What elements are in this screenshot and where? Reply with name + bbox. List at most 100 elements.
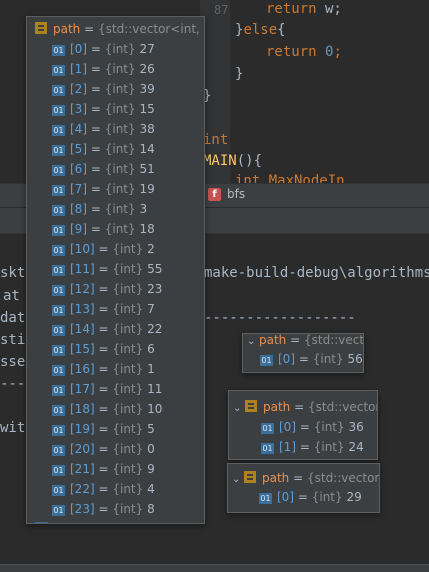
list-item[interactable]: 01 [16] = {int} 1	[52, 359, 155, 379]
equals-sign: =	[98, 482, 109, 496]
equals-sign: =	[98, 322, 109, 336]
expand-chevron-icon[interactable]: ⌄	[247, 334, 259, 352]
list-item[interactable]: 01 [3] = {int} 15	[52, 99, 155, 119]
element-index: [22]	[70, 482, 95, 496]
equals-sign: =	[90, 62, 101, 76]
element-index: [17]	[70, 382, 95, 396]
expand-chevron-icon[interactable]: ⌄	[233, 399, 245, 419]
element-type: {int}	[104, 182, 136, 196]
element-type: {int}	[112, 502, 144, 516]
element-value: 24	[348, 440, 364, 454]
list-item[interactable]: 01 [1] = {int} 26	[52, 59, 155, 79]
int-value-icon: 01	[52, 165, 65, 176]
list-item[interactable]: 01 [22] = {int} 4	[52, 479, 155, 499]
list-item[interactable]: 01 [7] = {int} 19	[52, 179, 155, 199]
element-value: 4	[147, 482, 155, 496]
variable-header[interactable]: path = {std::vector<int, std	[35, 19, 204, 39]
int-value-icon: 01	[52, 45, 65, 56]
equals-sign: =	[290, 333, 301, 347]
element-type: {int}	[112, 462, 144, 476]
variable-type: {std::vector<i	[307, 471, 380, 485]
list-item[interactable]: 01 [1] = {int} 24	[261, 437, 364, 457]
element-value: 0	[147, 442, 155, 456]
list-item[interactable]: 01 [23] = {int} 8	[52, 499, 155, 519]
element-type: {int}	[104, 122, 136, 136]
element-index: [1]	[279, 440, 296, 454]
frame-function-name[interactable]: bfs	[227, 187, 245, 201]
list-item[interactable]: 01 [4] = {int} 38	[52, 119, 155, 139]
int-value-icon: 01	[261, 443, 274, 454]
list-item[interactable]: 01 [12] = {int} 23	[52, 279, 162, 299]
list-item[interactable]: 01 [0] = {int} 29	[259, 487, 362, 507]
element-type: {int}	[104, 82, 136, 96]
variable-name: path	[259, 333, 287, 347]
element-value: 19	[139, 182, 155, 196]
int-value-icon: 01	[52, 365, 65, 376]
element-value: 6	[147, 342, 155, 356]
element-value: 18	[139, 222, 155, 236]
function-icon: f	[208, 188, 221, 201]
list-item[interactable]: 01 [15] = {int} 6	[52, 339, 155, 359]
element-type: {int}	[112, 262, 144, 276]
element-index: [4]	[70, 122, 87, 136]
code-line: }	[235, 66, 244, 82]
element-value: 23	[147, 282, 163, 296]
code-keyword: return	[266, 44, 317, 60]
variable-name: path	[53, 22, 81, 36]
variable-header[interactable]: ⌄ path = {std::vector<	[233, 397, 377, 419]
code-text: w;	[316, 1, 342, 17]
equals-sign: =	[299, 440, 310, 454]
list-item[interactable]: 01 [13] = {int} 7	[52, 299, 155, 319]
more-row-hint	[35, 519, 53, 523]
code-line: return w;	[266, 1, 342, 17]
int-value-icon: 01	[52, 85, 65, 96]
list-item[interactable]: 01 [5] = {int} 14	[52, 139, 155, 159]
list-item[interactable]: 01 [6] = {int} 51	[52, 159, 155, 179]
variable-type: {std::vector	[304, 333, 364, 347]
variable-popup-a[interactable]: ⌄path = {std::vector 01 [0] = {int} 56	[242, 333, 364, 373]
element-type: {int}	[112, 482, 144, 496]
equals-sign: =	[98, 422, 109, 436]
variable-header[interactable]: ⌄ path = {std::vector<i	[232, 468, 380, 490]
list-item[interactable]: 01 [21] = {int} 9	[52, 459, 155, 479]
element-type: {int}	[112, 442, 144, 456]
field-icon	[245, 400, 257, 412]
list-item[interactable]: 01 [20] = {int} 0	[52, 439, 155, 459]
list-item[interactable]: 01 [2] = {int} 39	[52, 79, 155, 99]
variable-header[interactable]: ⌄path = {std::vector	[247, 333, 364, 352]
element-index: [11]	[70, 262, 95, 276]
list-item[interactable]: 01 [17] = {int} 11	[52, 379, 162, 399]
list-item[interactable]: 01 [0] = {int} 56	[260, 349, 363, 369]
expand-chevron-icon[interactable]: ⌄	[232, 470, 244, 490]
element-value: 1	[147, 362, 155, 376]
element-type: {int}	[312, 352, 344, 366]
equals-sign: =	[98, 442, 109, 456]
element-index: [0]	[70, 42, 87, 56]
console-path: make-build-debug\algorithms.e	[204, 265, 429, 281]
element-index: [0]	[277, 490, 294, 504]
equals-sign: =	[90, 222, 101, 236]
element-index: [19]	[70, 422, 95, 436]
list-item[interactable]: 01 [9] = {int} 18	[52, 219, 155, 239]
variable-popup-main[interactable]: path = {std::vector<int, std 01[0] = {in…	[26, 16, 205, 524]
element-index: [16]	[70, 362, 95, 376]
list-item[interactable]: 01 [8] = {int} 3	[52, 199, 147, 219]
list-item[interactable]: 01 [0] = {int} 36	[261, 417, 364, 437]
list-item[interactable]: 01 [0] = {int} 27	[52, 39, 155, 59]
element-index: [2]	[70, 82, 87, 96]
int-value-icon: 01	[259, 493, 272, 504]
variable-popup-c[interactable]: ⌄ path = {std::vector<i 01 [0] = {int} 29	[227, 463, 380, 513]
list-item[interactable]: 01 [10] = {int} 2	[52, 239, 155, 259]
console-line: wit	[0, 420, 26, 436]
list-item[interactable]: 01 [18] = {int} 10	[52, 399, 162, 419]
list-item[interactable]: 01 [14] = {int} 22	[52, 319, 162, 339]
list-item[interactable]: 01 [11] = {int} 55	[52, 259, 162, 279]
element-value: 9	[147, 462, 155, 476]
element-index: [15]	[70, 342, 95, 356]
element-index: [14]	[70, 322, 95, 336]
element-value: 7	[147, 302, 155, 316]
list-item[interactable]: 01 [19] = {int} 5	[52, 419, 155, 439]
element-type: {int}	[313, 420, 345, 434]
int-value-icon: 01	[52, 345, 65, 356]
variable-popup-b[interactable]: ⌄ path = {std::vector< 01 [0] = {int} 36 0…	[228, 390, 378, 460]
